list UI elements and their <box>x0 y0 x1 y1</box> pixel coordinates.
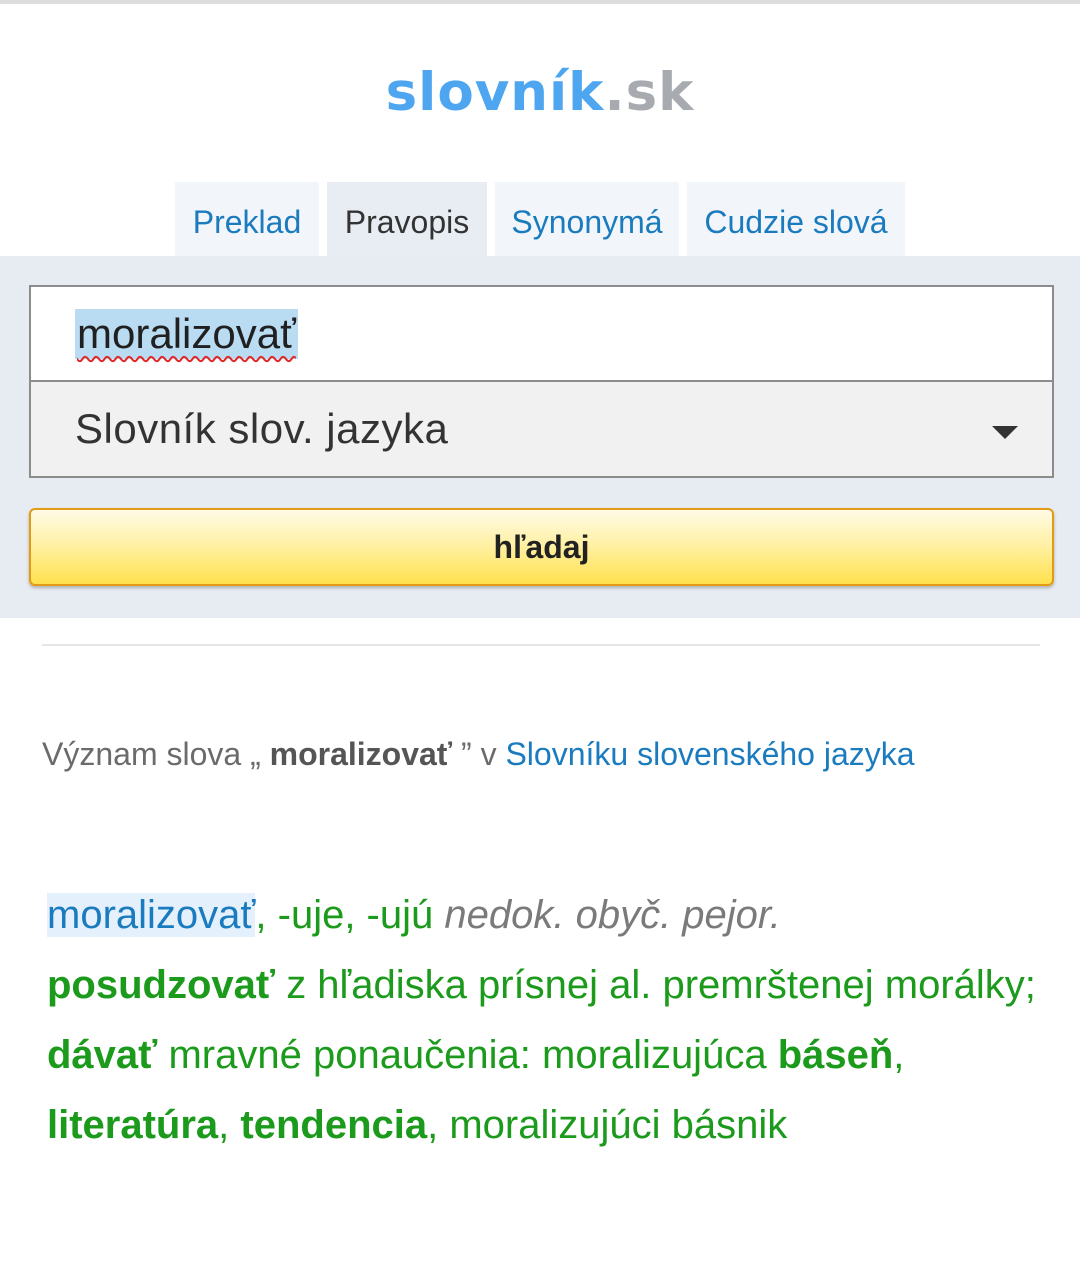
search-panel: moralizovať Slovník slov. jazyka hľadaj <box>0 256 1080 618</box>
result-heading: Význam slova „ moralizovať ” v Slovníku … <box>42 732 915 776</box>
result-word: moralizovať <box>269 736 453 772</box>
divider <box>42 644 1040 646</box>
search-query-text: moralizovať <box>75 308 298 359</box>
result-middle: ” v <box>452 736 506 772</box>
entry-headword: moralizovať <box>47 893 256 937</box>
entry-grammar-labels: nedok. obyč. pejor. <box>444 893 781 937</box>
dictionary-select-value: Slovník slov. jazyka <box>75 405 449 452</box>
collocation-tendencia: tendencia <box>240 1103 428 1147</box>
entry-forms: , -uje, -ujú <box>255 893 445 937</box>
sense-1-keyword: posudzovať <box>47 963 276 1007</box>
dictionary-select[interactable]: Slovník slov. jazyka <box>29 380 1054 478</box>
separator-2: , <box>218 1103 241 1147</box>
site-logo[interactable]: slovník.sk <box>0 58 1080 128</box>
collocation-literatura: literatúra <box>47 1103 219 1147</box>
search-button[interactable]: hľadaj <box>29 508 1054 586</box>
dictionary-entry: moralizovať, -uje, -ujú nedok. obyč. pej… <box>47 880 1047 1160</box>
logo-main-text: slovník <box>385 62 605 123</box>
dictionary-tabs: Preklad Pravopis Synonymá Cudzie slová <box>175 182 905 256</box>
top-border <box>0 0 1080 4</box>
result-prefix: Význam slova „ <box>42 736 270 772</box>
entry-tail: , moralizujúci básnik <box>427 1103 788 1147</box>
chevron-down-icon <box>992 426 1018 439</box>
sense-1-text: z hľadiska prísnej al. premrštenej morál… <box>275 963 1036 1007</box>
source-dictionary-link[interactable]: Slovníku slovenského jazyka <box>505 736 914 772</box>
collocation-basen: báseň <box>777 1033 894 1077</box>
sense-2-text: mravné ponaučenia: moralizujúca <box>157 1033 778 1077</box>
tab-preklad[interactable]: Preklad <box>175 182 319 256</box>
search-input[interactable]: moralizovať <box>29 285 1054 382</box>
tab-cudzie-slova[interactable]: Cudzie slová <box>687 182 905 256</box>
tab-synonyma[interactable]: Synonymá <box>495 182 679 256</box>
tab-pravopis[interactable]: Pravopis <box>327 182 487 256</box>
logo-tld-text: .sk <box>604 62 695 123</box>
sense-2-keyword: dávať <box>47 1033 158 1077</box>
separator-1: , <box>893 1033 905 1077</box>
